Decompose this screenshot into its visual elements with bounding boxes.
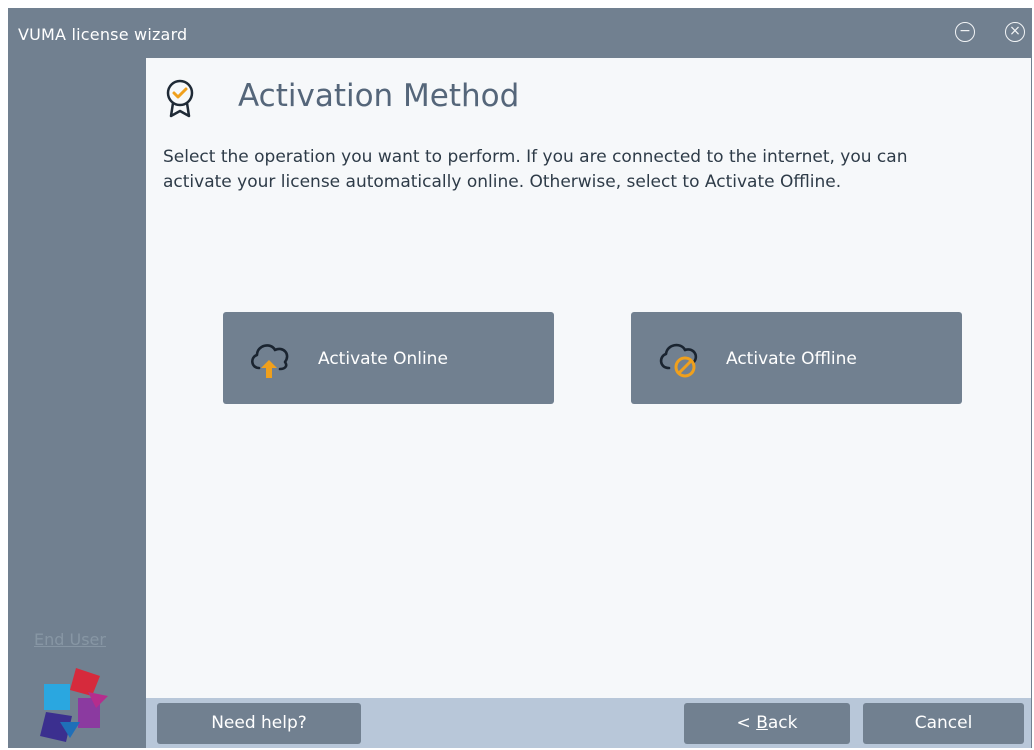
back-prefix: < bbox=[736, 713, 757, 733]
cancel-button[interactable]: Cancel bbox=[863, 703, 1024, 744]
activate-offline-label: Activate Offline bbox=[726, 349, 857, 369]
minimize-button[interactable]: − bbox=[955, 22, 975, 42]
page-description: Select the operation you want to perform… bbox=[163, 147, 908, 192]
page-title: Activation Method bbox=[238, 78, 520, 114]
activate-offline-button[interactable]: Activate Offline bbox=[631, 312, 962, 404]
license-wizard-window: VUMA license wizard − × End User Activat… bbox=[8, 8, 1032, 748]
main-content: Activation Method Select the operation y… bbox=[146, 58, 1031, 698]
footer-bar: Need help? < Back Cancel bbox=[146, 698, 1031, 748]
title-bar[interactable]: VUMA license wizard − × bbox=[8, 8, 1032, 58]
need-help-button[interactable]: Need help? bbox=[157, 703, 361, 744]
back-access-key: B bbox=[756, 713, 768, 733]
vuma-logo-icon bbox=[36, 666, 118, 750]
back-label-rest: ack bbox=[767, 713, 798, 733]
activate-online-label: Activate Online bbox=[318, 349, 448, 369]
activate-online-button[interactable]: Activate Online bbox=[223, 312, 554, 404]
sidebar: End User bbox=[8, 58, 146, 748]
end-user-link[interactable]: End User bbox=[34, 630, 106, 649]
cloud-blocked-icon bbox=[655, 336, 705, 384]
close-button[interactable]: × bbox=[1005, 22, 1025, 42]
cloud-upload-icon bbox=[247, 336, 293, 384]
window-title: VUMA license wizard bbox=[18, 25, 188, 44]
award-badge-icon bbox=[163, 78, 197, 122]
back-button[interactable]: < Back bbox=[684, 703, 850, 744]
